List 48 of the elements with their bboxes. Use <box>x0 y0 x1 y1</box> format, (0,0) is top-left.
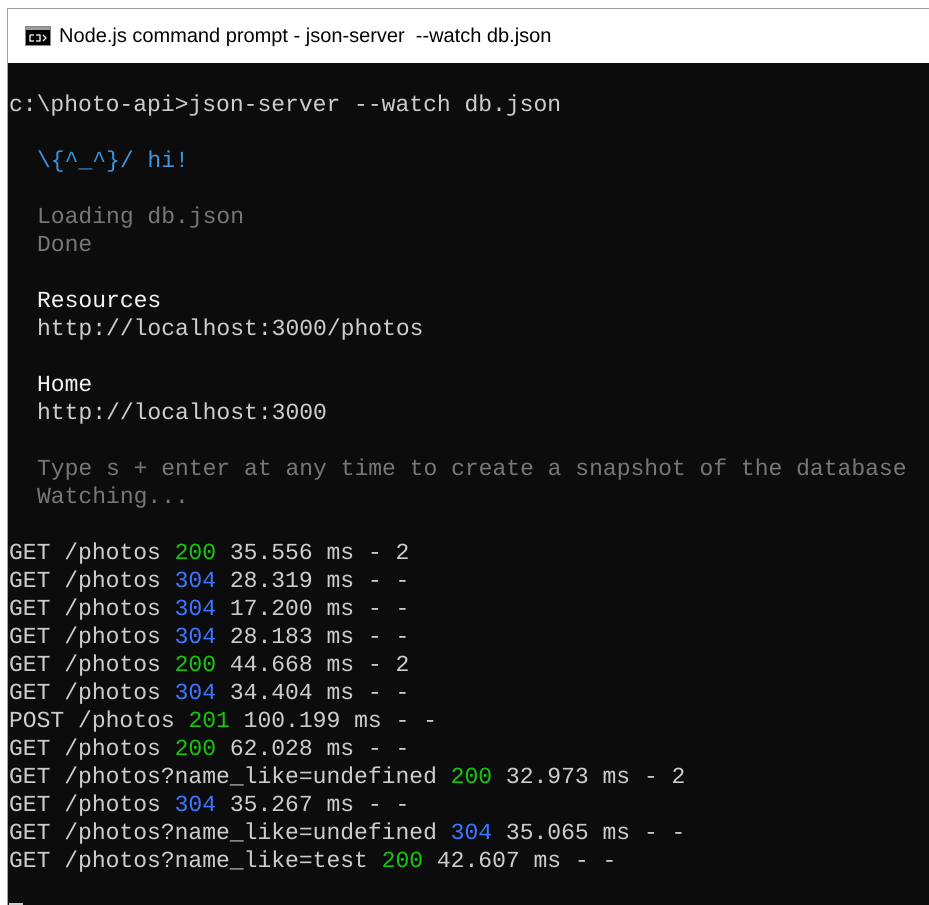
status-code: 304 <box>174 791 216 819</box>
response-time: 35.556 ms - 2 <box>230 539 410 567</box>
status-message: Watching... <box>37 483 189 511</box>
response-time: 32.973 ms - 2 <box>506 763 686 791</box>
request-text: GET /photos <box>9 567 161 595</box>
response-time: 100.199 ms - - <box>244 707 437 735</box>
url-text: http://localhost:3000/photos <box>37 315 424 343</box>
response-time: 28.319 ms - - <box>230 567 410 595</box>
request-text: GET /photos <box>9 735 161 763</box>
response-time: 44.668 ms - 2 <box>230 651 410 679</box>
status-message: Loading db.json <box>37 203 244 231</box>
response-time: 34.404 ms - - <box>230 679 410 707</box>
banner-text: \{^_^}/ hi! <box>37 147 189 175</box>
request-text: GET /photos?name_like=undefined <box>9 763 437 791</box>
request-text: POST /photos <box>9 707 175 735</box>
status-message: Done <box>37 231 92 259</box>
status-code: 200 <box>382 847 424 875</box>
request-text: GET /photos <box>9 791 161 819</box>
window-title: Node.js command prompt - json-server --watch db.json <box>59 24 552 49</box>
command-line: c:\photo-api>json-server --watch db.json <box>9 91 562 119</box>
response-time: 35.267 ms - - <box>230 791 410 819</box>
request-text: GET /photos <box>9 595 161 623</box>
section-heading: Home <box>37 371 92 399</box>
request-text: GET /photos <box>9 651 161 679</box>
status-code: 304 <box>174 679 216 707</box>
status-code: 304 <box>174 595 216 623</box>
section-heading: Resources <box>37 287 162 315</box>
request-text: GET /photos?name_like=undefined <box>9 819 437 847</box>
status-code: 304 <box>450 819 492 847</box>
request-text: GET /photos <box>9 539 161 567</box>
response-time: 62.028 ms - - <box>230 735 410 763</box>
status-code: 200 <box>174 735 216 763</box>
status-code: 200 <box>174 651 216 679</box>
status-code: 201 <box>188 707 230 735</box>
status-code: 304 <box>174 623 216 651</box>
request-text: GET /photos?name_like=test <box>9 847 368 875</box>
request-text: GET /photos <box>9 679 161 707</box>
status-message: Type s + enter at any time to create a snapshot of the database <box>37 455 907 483</box>
response-time: 28.183 ms - - <box>230 623 410 651</box>
status-code: 200 <box>174 539 216 567</box>
response-time: 17.200 ms - - <box>230 595 410 623</box>
status-code: 304 <box>174 567 216 595</box>
request-text: GET /photos <box>9 623 161 651</box>
terminal-icon <box>25 26 51 46</box>
response-time: 35.065 ms - - <box>506 819 686 847</box>
url-text: http://localhost:3000 <box>37 399 327 427</box>
status-code: 200 <box>450 763 492 791</box>
response-time: 42.607 ms - - <box>436 847 616 875</box>
